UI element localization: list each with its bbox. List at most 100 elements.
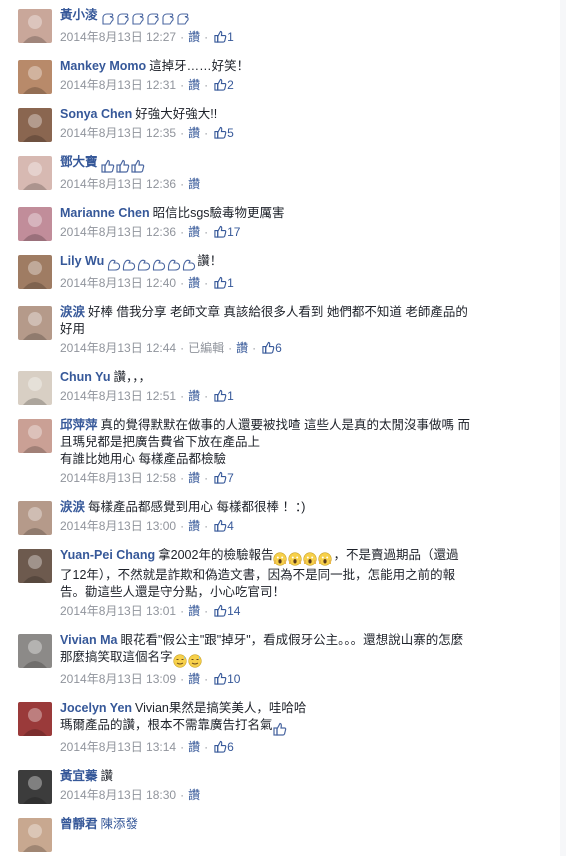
avatar[interactable]: [18, 306, 52, 340]
comment-text: 真的覺得默默在做事的人還要被找喳 這些人是真的太閒沒事做嗎 而: [100, 418, 470, 432]
comment-item: 黃宜蓁讚 2014年8月13日 18:30 · 讚: [0, 761, 560, 809]
avatar[interactable]: [18, 702, 52, 736]
like-button[interactable]: 讚: [188, 177, 200, 191]
comment-timestamp[interactable]: 2014年8月13日 12:40: [60, 276, 176, 290]
comment-author-link[interactable]: Marianne Chen: [60, 206, 150, 220]
avatar[interactable]: [18, 9, 52, 43]
avatar[interactable]: [18, 770, 52, 804]
thumbs-up-icon: [212, 78, 227, 92]
comment-text-line2: 瑪爾產品的讚，根本不需靠廣告打名氣: [60, 718, 273, 732]
like-button[interactable]: 讚: [188, 225, 200, 239]
comment-text: 讚！: [197, 254, 223, 268]
like-count[interactable]: 14: [212, 604, 240, 618]
comment-timestamp[interactable]: 2014年8月13日 13:09: [60, 672, 176, 686]
comment-author-link[interactable]: 曾靜君: [60, 817, 98, 831]
like-count[interactable]: 2: [212, 78, 234, 92]
comment-timestamp[interactable]: 2014年8月13日 12:58: [60, 471, 176, 485]
avatar[interactable]: [18, 634, 52, 668]
like-count[interactable]: 5: [212, 126, 234, 140]
comment-meta: 2014年8月13日 13:14 · 讚 · 6: [60, 740, 234, 754]
like-button[interactable]: 讚: [188, 471, 200, 485]
comment-author-link[interactable]: 涙涙: [60, 500, 85, 514]
like-count[interactable]: 1: [212, 389, 234, 403]
comment-timestamp[interactable]: 2014年8月13日 12:31: [60, 78, 176, 92]
thumbs-up-icon: [212, 672, 227, 686]
like-button[interactable]: 讚: [188, 604, 200, 618]
comment-item: 黃小淩 2014年8月13日 12:27 · 讚 · 1: [0, 0, 560, 51]
emoji-icons: [100, 157, 146, 174]
like-count[interactable]: 7: [212, 471, 234, 485]
comment-timestamp[interactable]: 2014年8月13日 18:30: [60, 788, 176, 802]
like-button[interactable]: 讚: [188, 740, 200, 754]
thumbs-up-icon: [212, 519, 227, 533]
comment-author-link[interactable]: Jocelyn Yen: [60, 701, 132, 715]
like-button[interactable]: 讚: [188, 126, 200, 140]
comment-item: Vivian Ma 眼花看"假公主"跟"掉牙"，看成假牙公主。。。還想說山寨的怎麼…: [0, 625, 560, 693]
like-button[interactable]: 讚: [188, 788, 200, 802]
comment-timestamp[interactable]: 2014年8月13日 13:00: [60, 519, 176, 533]
comment-item: Chun Yu 讚，，， 2014年8月13日 12:51 · 讚 · 1: [0, 362, 560, 410]
comment-text: Vivian果然是搞笑美人，哇哈哈: [135, 701, 307, 715]
comment-text: 每樣產品都感覺到用心 每樣都很棒 ！：): [88, 500, 306, 514]
comment-text-cont: ，不是賣過期品（還過: [333, 548, 459, 562]
like-button[interactable]: 讚: [188, 276, 200, 290]
comment-author-link[interactable]: 黃小淩: [60, 8, 98, 22]
comment-timestamp[interactable]: 2014年8月13日 12:27: [60, 30, 176, 44]
comment-timestamp[interactable]: 2014年8月13日 12:44: [60, 341, 176, 355]
comment-author-link[interactable]: Mankey Momo: [60, 59, 146, 73]
comment-author-link[interactable]: Vivian Ma: [60, 633, 117, 647]
comment-author-link[interactable]: Chun Yu: [60, 370, 110, 384]
like-count[interactable]: 1: [212, 30, 234, 44]
comment-meta: 2014年8月13日 12:31 · 讚 · 2: [60, 78, 234, 92]
like-count[interactable]: 4: [212, 519, 234, 533]
comment-author-link[interactable]: 鄧大寶: [60, 155, 98, 169]
like-button[interactable]: 讚: [188, 78, 200, 92]
comment-text-line2: 且瑪兒都是把廣告費省下放在產品上: [60, 435, 261, 449]
comment-item: Mankey Momo 這掉牙……好笑！ 2014年8月13日 12:31 · 讚 · 2: [0, 51, 560, 99]
comment-text: 這掉牙……好笑！: [149, 59, 250, 73]
comment-author-link[interactable]: 黃宜蓁: [60, 769, 98, 783]
like-button[interactable]: 讚: [188, 389, 200, 403]
like-count[interactable]: 1: [212, 276, 234, 290]
avatar[interactable]: [18, 156, 52, 190]
comment-timestamp[interactable]: 2014年8月13日 13:14: [60, 740, 176, 754]
comment-feed: 黃小淩 2014年8月13日 12:27 · 讚 · 1 Mankey Momo 這掉牙……好…: [0, 0, 561, 856]
avatar[interactable]: [18, 549, 52, 583]
avatar[interactable]: [18, 60, 52, 94]
like-count[interactable]: 6: [212, 740, 234, 754]
comment-author-link[interactable]: Lily Wu: [60, 254, 104, 268]
comment-item: Lily Wu 讚！ 2014年8月13日 12:40 · 讚 · 1: [0, 246, 560, 297]
comment-timestamp[interactable]: 2014年8月13日 12:35: [60, 126, 176, 140]
comment-meta: 2014年8月13日 12:36 · 讚 · 17: [60, 225, 241, 239]
like-count[interactable]: 6: [260, 341, 282, 355]
avatar[interactable]: [18, 108, 52, 142]
comment-timestamp[interactable]: 2014年8月13日 12:51: [60, 389, 176, 403]
like-button[interactable]: 讚: [188, 30, 200, 44]
comment-item: 邱萍萍 真的覺得默默在做事的人還要被找喳 這些人是真的太閒沒事做嗎 而且瑪兒都是把…: [0, 410, 560, 492]
comment-author-link[interactable]: 涙涙: [60, 305, 85, 319]
like-count[interactable]: 10: [212, 672, 240, 686]
comment-item: Marianne Chen 昭信比sgs驗毒物更厲害 2014年8月13日 12:3…: [0, 198, 560, 246]
edited-label[interactable]: 已編輯: [188, 341, 224, 355]
like-button[interactable]: 讚: [236, 341, 248, 355]
avatar[interactable]: [18, 818, 52, 852]
like-button[interactable]: 讚: [188, 672, 200, 686]
comment-timestamp[interactable]: 2014年8月13日 12:36: [60, 177, 176, 191]
emoji-icons: [272, 720, 288, 737]
comment-author-link[interactable]: 邱萍萍: [60, 418, 98, 432]
comment-author-link[interactable]: Sonya Chen: [60, 107, 132, 121]
avatar[interactable]: [18, 419, 52, 453]
comment-timestamp[interactable]: 2014年8月13日 12:36: [60, 225, 176, 239]
comment-meta: 2014年8月13日 12:27 · 讚 · 1: [60, 30, 234, 44]
avatar[interactable]: [18, 255, 52, 289]
tagged-user-link[interactable]: 陳添發: [101, 817, 139, 831]
avatar[interactable]: [18, 371, 52, 405]
comment-item: Jocelyn Yen Vivian果然是搞笑美人，哇哈哈瑪爾產品的讚，根本不需靠…: [0, 693, 560, 761]
comment-timestamp[interactable]: 2014年8月13日 13:01: [60, 604, 176, 618]
like-count[interactable]: 17: [212, 225, 240, 239]
like-button[interactable]: 讚: [188, 519, 200, 533]
scrollbar[interactable]: [560, 0, 566, 856]
comment-author-link[interactable]: Yuan-Pei Chang: [60, 548, 155, 562]
avatar[interactable]: [18, 207, 52, 241]
avatar[interactable]: [18, 501, 52, 535]
